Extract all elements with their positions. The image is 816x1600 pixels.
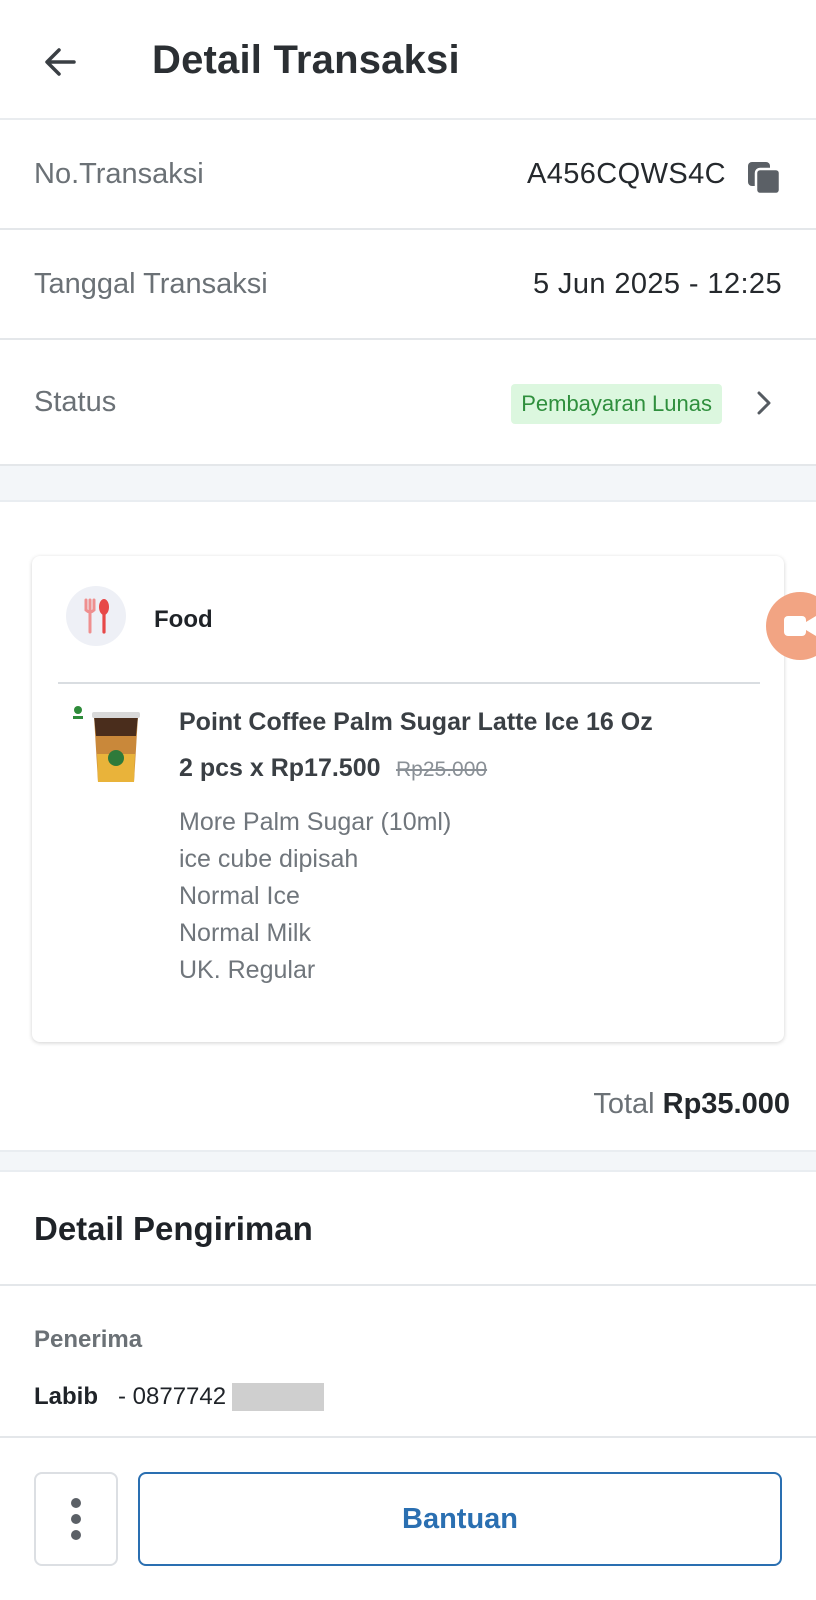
product-note: More Palm Sugar (10ml) (179, 808, 452, 836)
product-note: Normal Milk (179, 919, 311, 947)
shipping-section-title: Detail Pengiriman (34, 1210, 313, 1247)
copy-icon[interactable] (746, 160, 782, 196)
transaction-number-label: No.Transaksi (34, 158, 204, 190)
product-note: UK. Regular (179, 956, 316, 984)
phone-redaction (232, 1383, 324, 1411)
recipient-phone: - 0877742 (118, 1383, 227, 1410)
arrow-left-icon (45, 48, 76, 76)
transaction-date-value: 5 Jun 2025 - 12:25 (532, 268, 782, 300)
recipient-label: Penerima (34, 1326, 143, 1353)
order-category-label: Food (154, 606, 213, 633)
product-note: Normal Ice (179, 882, 300, 910)
page-title: Detail Transaksi (152, 38, 460, 82)
product-image (73, 706, 140, 782)
order-total: Total Rp35.000 (593, 1088, 790, 1121)
food-icon (66, 586, 126, 646)
back-button[interactable] (34, 36, 86, 88)
order-card: Food Point Coffee Palm Sugar Latte Ice 1… (32, 556, 784, 1042)
total-value: Rp35.000 (662, 1088, 790, 1120)
recipient-name: Labib (34, 1383, 98, 1410)
chevron-right-icon[interactable] (750, 386, 778, 420)
card-divider (58, 682, 760, 684)
transaction-number-value: A456CQWS4C (526, 158, 726, 190)
status-row[interactable]: Status Pembayaran Lunas (0, 340, 816, 466)
section-divider (0, 1284, 816, 1286)
product-notes: More Palm Sugar (10ml) ice cube dipisah … (179, 804, 451, 989)
product-quantity-price: 2 pcs x Rp17.500 (179, 754, 381, 782)
total-label: Total (593, 1088, 655, 1120)
help-button[interactable]: Bantuan (138, 1472, 782, 1566)
section-separator (0, 1150, 816, 1172)
status-badge: Pembayaran Lunas (511, 384, 722, 424)
product-name: Point Coffee Palm Sugar Latte Ice 16 Oz (179, 708, 653, 736)
more-vertical-icon (71, 1498, 81, 1540)
video-camera-icon (784, 616, 816, 636)
transaction-date-label: Tanggal Transaksi (34, 268, 268, 300)
transaction-date-row: Tanggal Transaksi 5 Jun 2025 - 12:25 (0, 230, 816, 340)
product-note: ice cube dipisah (179, 845, 359, 873)
bottom-action-bar: Bantuan (0, 1436, 816, 1600)
status-label: Status (34, 386, 117, 418)
transaction-number-row: No.Transaksi A456CQWS4C (0, 120, 816, 230)
app-header: Detail Transaksi (0, 0, 816, 120)
product-original-price: Rp25.000 (396, 758, 488, 781)
more-options-button[interactable] (34, 1472, 118, 1566)
section-separator (0, 466, 816, 502)
